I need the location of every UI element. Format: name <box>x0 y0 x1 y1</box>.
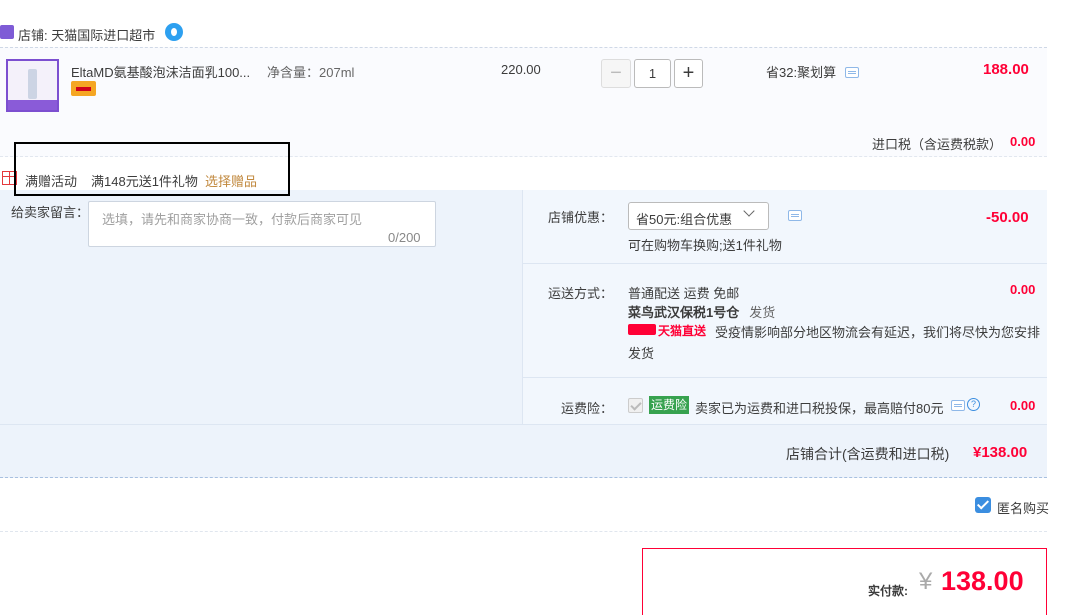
product-title[interactable]: EltaMD氨基酸泡沫洁面乳100... <box>71 62 250 81</box>
divider <box>522 263 1047 264</box>
anonymous-label[interactable]: 匿名购买 <box>997 498 1049 517</box>
quantity-input[interactable]: 1 <box>634 59 671 88</box>
unit-price: 220.00 <box>501 62 541 77</box>
shop-name[interactable]: 店铺: 天猫国际进口超市 <box>18 25 155 44</box>
message-char-count: 0/200 <box>388 230 421 245</box>
tmall-cat-icon <box>628 324 656 335</box>
insurance-checkbox[interactable] <box>628 398 643 413</box>
insurance-label: 运费险： <box>561 401 614 416</box>
shop-total-value: ¥138.00 <box>973 444 1028 461</box>
tmall-direct-text: 天猫直送 <box>658 324 707 338</box>
warehouse-note: 发货 <box>749 305 776 320</box>
line-total: 188.00 <box>983 61 1029 78</box>
shipping-fee-value: 0.00 <box>1010 282 1036 297</box>
shipping-notice: 受疫情影响部分地区物流会有延迟，我们将尽快为您安排 <box>715 325 1041 340</box>
divider <box>522 377 1047 378</box>
seller-message-placeholder: 选填，请先和商家协商一致，付款后商家可见 <box>102 212 363 227</box>
quantity-increase-button[interactable]: + <box>674 59 703 88</box>
quantity-decrease-button[interactable]: − <box>601 59 631 88</box>
comment-icon[interactable] <box>845 67 859 78</box>
insurance-text: 卖家已为运费和进口税投保，最高赔付80元 <box>695 401 944 416</box>
payment-amount: 138.00 <box>941 566 1024 596</box>
product-thumbnail[interactable] <box>6 59 59 112</box>
message-label: 给卖家留言： <box>11 205 90 220</box>
comment-icon[interactable] <box>951 400 965 411</box>
highlight-box <box>14 142 290 196</box>
import-tax-value: 0.00 <box>1010 134 1036 149</box>
insurance-badge: 运费险 <box>649 396 689 414</box>
shipping-warehouse: 菜鸟武汉保税1号仓 发货 <box>628 302 775 321</box>
divider <box>0 531 1047 532</box>
coupon-label: 店铺优惠： <box>548 210 614 225</box>
import-tax-label: 进口税（含运费税款） <box>872 137 1003 152</box>
coupon-note: 可在购物车换购;送1件礼物 <box>628 238 782 253</box>
warehouse-name: 菜鸟武汉保税1号仓 <box>628 305 740 320</box>
shipping-notice-cont: 发货 <box>628 346 655 361</box>
divider <box>0 424 1047 425</box>
discount-label: 省32:聚划算 <box>766 65 837 80</box>
currency-symbol: ¥ <box>919 568 933 595</box>
shop-total-label: 店铺合计(含运费和进口税) <box>786 446 950 462</box>
tmall-direct-logo: 天猫直送 <box>628 322 707 338</box>
product-spec: 净含量：207ml <box>267 65 355 80</box>
help-icon[interactable]: ? <box>967 398 980 411</box>
coupon-discount-value: -50.00 <box>986 209 1029 226</box>
coupon-selected-value[interactable]: 省50元:组合优惠 <box>636 209 732 228</box>
insurance-value: 0.00 <box>1010 398 1036 413</box>
comment-icon[interactable] <box>788 210 802 221</box>
shipping-method: 普通配送 运费 免邮 <box>628 286 740 301</box>
payment-label: 实付款: <box>868 584 908 598</box>
shipping-label: 运送方式： <box>548 286 614 301</box>
wangwang-icon[interactable] <box>165 23 183 41</box>
card-icon <box>71 81 96 96</box>
shop-icon <box>0 25 14 39</box>
anonymous-checkbox[interactable] <box>975 497 991 513</box>
